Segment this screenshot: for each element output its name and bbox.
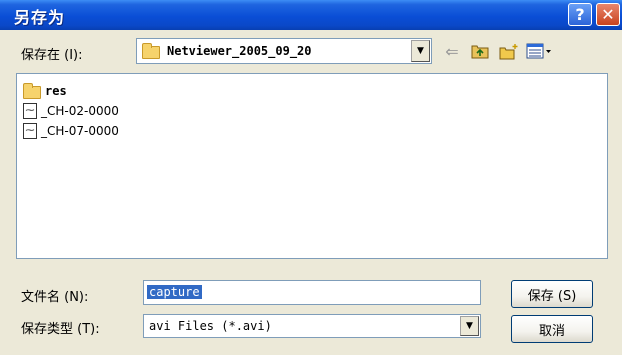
file-name: _CH-07-0000 (41, 124, 119, 138)
save-in-path: Netviewer_2005_09_20 (167, 44, 312, 58)
close-button[interactable]: ✕ (596, 3, 620, 26)
help-button[interactable]: ? (568, 3, 592, 26)
media-file-icon: ⁓ (23, 123, 37, 139)
save-as-dialog: 另存为 ? ✕ 保存在 (I): Netviewer_2005_09_20 ▼ … (0, 0, 622, 355)
file-type-value: avi Files (*.avi) (149, 319, 272, 333)
cancel-button-label: 取消 (538, 323, 565, 339)
up-one-level-button[interactable] (470, 42, 490, 60)
new-folder-icon (499, 43, 518, 59)
file-type-label: 保存类型 (T): (21, 322, 100, 337)
file-name-input[interactable]: capture (143, 280, 481, 305)
file-name-label: 文件名 (N): (21, 290, 89, 305)
file-name-value: capture (147, 285, 202, 299)
cancel-button[interactable]: 取消 (511, 315, 593, 343)
title-bar[interactable]: 另存为 ? ✕ (0, 0, 622, 30)
save-in-dropdown[interactable]: Netviewer_2005_09_20 ▼ (136, 38, 432, 64)
views-menu-icon (526, 43, 551, 59)
back-button[interactable]: ⇐ (441, 41, 463, 61)
list-item[interactable]: res (23, 82, 67, 100)
save-button-label: 保存 (S) (527, 288, 577, 304)
chevron-down-icon[interactable]: ▼ (411, 40, 430, 62)
save-button[interactable]: 保存 (S) (511, 280, 593, 308)
help-icon: ? (575, 5, 585, 24)
folder-icon (142, 43, 160, 59)
dialog-title: 另存为 (14, 8, 66, 27)
file-name: _CH-02-0000 (41, 104, 119, 118)
new-folder-button[interactable] (498, 42, 520, 60)
folder-icon (23, 82, 41, 99)
up-one-level-icon (471, 45, 489, 59)
save-in-label: 保存在 (I): (21, 48, 83, 63)
file-name: res (45, 84, 67, 98)
list-item[interactable]: ⁓ _CH-07-0000 (23, 122, 119, 140)
views-menu-button[interactable] (526, 42, 552, 60)
chevron-down-icon[interactable]: ▼ (460, 316, 479, 336)
back-arrow-icon: ⇐ (445, 41, 459, 61)
media-file-icon: ⁓ (23, 103, 37, 119)
list-item[interactable]: ⁓ _CH-02-0000 (23, 102, 119, 120)
close-icon: ✕ (601, 5, 615, 24)
file-type-dropdown[interactable]: avi Files (*.avi) ▼ (143, 314, 481, 338)
file-list[interactable]: res ⁓ _CH-02-0000 ⁓ _CH-07-0000 (16, 73, 608, 259)
